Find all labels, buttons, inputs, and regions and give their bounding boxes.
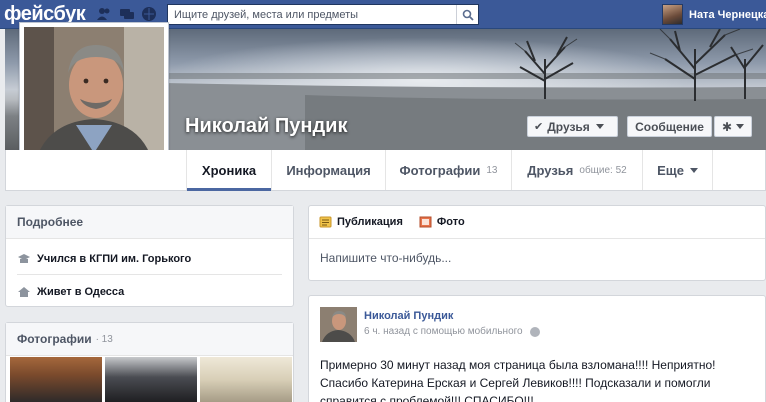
gear-icon: ✱ xyxy=(721,119,733,134)
tab-count: 13 xyxy=(486,164,498,176)
post-meta: 6 ч. назад с помощью мобильного xyxy=(364,326,540,337)
settings-button[interactable]: ✱ xyxy=(714,116,752,137)
education-text[interactable]: Учился в КГПИ им. Горького xyxy=(37,253,191,265)
tab-photos[interactable]: Фотографии 13 xyxy=(385,150,511,190)
tab-label: Информация xyxy=(286,162,371,178)
message-button[interactable]: Сообщение xyxy=(627,116,712,137)
tab-more[interactable]: Еще xyxy=(642,150,713,190)
tab-count: общие: 52 xyxy=(579,164,627,176)
photos-card-count: · 13 xyxy=(95,333,113,345)
photo-thumbnail[interactable] xyxy=(105,357,197,402)
post-timestamp[interactable]: 6 ч. назад с помощью мобильного xyxy=(364,326,523,337)
post-author-avatar[interactable] xyxy=(320,307,357,342)
about-card-title[interactable]: Подробнее xyxy=(6,206,293,239)
friends-button-label: Друзья xyxy=(547,119,590,134)
tab-friends[interactable]: Друзья общие: 52 xyxy=(511,150,642,190)
tab-label: Друзья xyxy=(527,162,574,178)
photo-thumbnail[interactable] xyxy=(10,357,102,402)
search-icon xyxy=(462,9,474,21)
photo-thumbnail[interactable] xyxy=(200,357,292,402)
profile-tab-bar: Хроника Информация Фотографии 13 Друзья … xyxy=(5,150,766,191)
composer-card: Публикация Фото Напишите что-нибудь... xyxy=(308,205,766,281)
about-card: Подробнее Учился в КГПИ им. Горького Жив… xyxy=(5,205,294,307)
notifications-icon[interactable] xyxy=(141,6,157,22)
checkmark-icon: ✔ xyxy=(534,121,544,133)
tab-label: Фотографии xyxy=(399,162,481,178)
photos-card-header[interactable]: Фотографии · 13 xyxy=(6,323,293,356)
pencil-icon xyxy=(319,216,332,228)
messages-icon[interactable] xyxy=(119,6,135,22)
profile-photo xyxy=(24,27,164,167)
photos-card: Фотографии · 13 xyxy=(5,322,294,402)
globe-icon[interactable] xyxy=(529,326,540,337)
chevron-down-icon xyxy=(736,124,745,129)
divider xyxy=(17,274,282,275)
tab-timeline[interactable]: Хроника xyxy=(186,150,271,191)
profile-name[interactable]: Николай Пундик xyxy=(185,115,347,138)
education-icon xyxy=(18,254,30,263)
user-name[interactable]: Ната Чернецка xyxy=(689,9,766,21)
publish-tab-label: Публикация xyxy=(337,216,403,228)
message-button-label: Сообщение xyxy=(635,119,704,134)
tab-info[interactable]: Информация xyxy=(271,150,385,190)
education-row: Учился в КГПИ им. Горького xyxy=(17,253,191,265)
friend-requests-icon[interactable] xyxy=(96,6,112,22)
publish-tab[interactable]: Публикация xyxy=(319,216,403,228)
user-avatar[interactable] xyxy=(662,4,683,25)
post-text: Примерно 30 минут назад моя страница был… xyxy=(320,358,716,402)
home-icon xyxy=(18,287,30,297)
timeline-post: Николай Пундик 6 ч. назад с помощью моби… xyxy=(308,295,766,402)
tab-label: Еще xyxy=(657,162,684,178)
chevron-down-icon xyxy=(595,124,604,129)
search-box xyxy=(167,4,479,25)
photo-thumbnails xyxy=(10,357,292,402)
location-text[interactable]: Живет в Одесса xyxy=(37,286,124,298)
composer-tabs: Публикация Фото xyxy=(309,206,765,239)
current-user-link[interactable]: Ната Чернецка xyxy=(662,4,766,25)
photos-card-title: Фотографии xyxy=(17,332,92,346)
chevron-down-icon xyxy=(689,167,698,173)
search-button[interactable] xyxy=(456,5,478,24)
post-author-name[interactable]: Николай Пундик xyxy=(364,310,453,322)
status-input[interactable]: Напишите что-нибудь... xyxy=(309,239,765,277)
location-row: Живет в Одесса xyxy=(17,286,124,298)
search-input[interactable] xyxy=(168,5,453,24)
photo-icon xyxy=(419,216,432,228)
friends-button[interactable]: ✔ Друзья xyxy=(527,116,618,137)
photo-tab-label: Фото xyxy=(436,216,465,228)
photo-tab[interactable]: Фото xyxy=(419,216,465,228)
tab-label: Хроника xyxy=(201,162,257,178)
